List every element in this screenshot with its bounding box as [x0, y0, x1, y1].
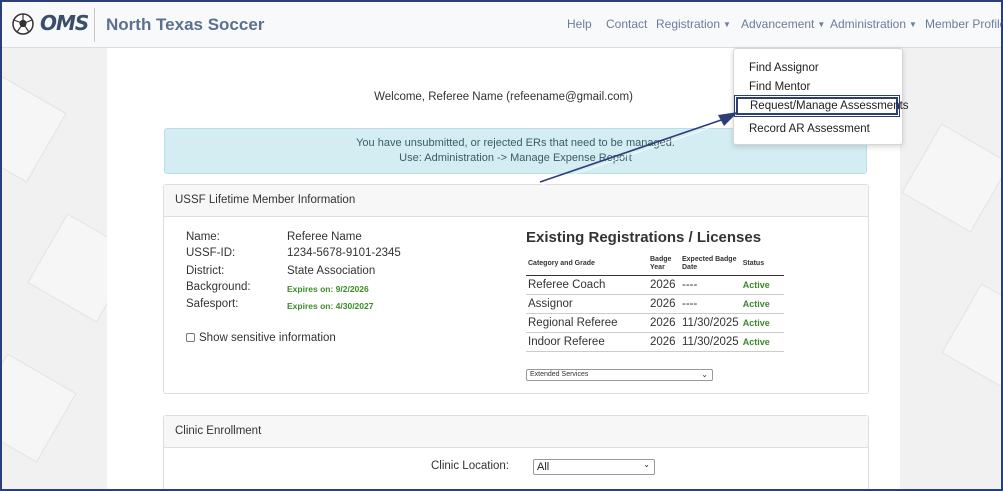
field-safesport-label: Safesport:	[186, 298, 239, 310]
show-sensitive-toggle[interactable]: Show sensitive information	[186, 332, 336, 344]
menu-item-request-manage-assessments[interactable]: Request/Manage Assessments	[734, 95, 909, 117]
background-shape	[941, 283, 1001, 393]
brand-title[interactable]: North Texas Soccer	[106, 15, 264, 35]
clinic-enrollment-card: Clinic Enrollment Clinic Location: All ⌄	[163, 415, 869, 489]
extended-services-value: Extended Services	[530, 371, 589, 378]
field-district-label: District:	[186, 265, 225, 277]
clinic-enrollment-header: Clinic Enrollment	[164, 416, 868, 448]
menu-item-find-assignor[interactable]: Find Assignor	[734, 59, 902, 77]
chevron-down-icon: ⌄	[643, 460, 650, 469]
caret-down-icon: ▼	[817, 20, 826, 29]
row-category: Assignor	[526, 294, 648, 314]
table-row: Regional Referee 2026 11/30/2025 Active	[526, 313, 784, 333]
clinic-location-value: All	[537, 461, 550, 473]
row-expected-date: ----	[680, 275, 741, 295]
show-sensitive-label: Show sensitive information	[199, 332, 336, 344]
nav-administration[interactable]: Administration ▼	[830, 17, 917, 31]
row-category: Referee Coach	[526, 275, 648, 295]
nav-member-profile-label: Member Profile	[925, 17, 1003, 31]
registrations-table: Category and Grade Badge Year Expected B…	[526, 253, 784, 352]
background-shape	[901, 123, 1001, 233]
field-name-label: Name:	[186, 231, 220, 243]
member-info-header: USSF Lifetime Member Information	[164, 185, 868, 217]
nav-contact-label: Contact	[606, 17, 648, 31]
logo-divider	[94, 8, 95, 42]
caret-down-icon: ▼	[723, 20, 731, 29]
extended-services-select[interactable]: Extended Services ⌄	[526, 369, 713, 381]
table-row: Assignor 2026 ---- Active	[526, 294, 784, 314]
registrations-title: Existing Registrations / Licenses	[526, 229, 762, 246]
menu-item-record-ar-assessment[interactable]: Record AR Assessment	[734, 120, 902, 138]
row-status: Active	[740, 332, 784, 352]
show-sensitive-checkbox[interactable]	[186, 333, 195, 342]
soccer-ball-icon[interactable]	[12, 13, 34, 35]
row-category: Regional Referee	[526, 313, 648, 333]
field-name-value: Referee Name	[287, 231, 362, 243]
nav-registration[interactable]: Registration ▼	[656, 17, 731, 31]
nav-administration-label: Administration	[830, 17, 907, 31]
background-shape	[2, 353, 77, 463]
row-expected-date: ----	[680, 294, 741, 314]
field-ussf-id-label: USSF-ID:	[186, 247, 236, 259]
background-left	[2, 48, 137, 489]
menu-item-find-mentor[interactable]: Find Mentor	[734, 78, 902, 96]
clinic-location-select[interactable]: All ⌄	[533, 459, 655, 475]
row-badge-year: 2026	[648, 294, 680, 314]
row-badge-year: 2026	[648, 313, 680, 333]
row-badge-year: 2026	[648, 332, 680, 352]
row-expected-date: 11/30/2025	[680, 332, 741, 352]
row-status: Active	[740, 313, 784, 333]
nav-advancement-label: Advancement	[741, 17, 815, 31]
screenshot-frame: OMS North Texas Soccer Help Contact Regi…	[0, 0, 1003, 491]
table-row: Indoor Referee 2026 11/30/2025 Active	[526, 332, 784, 352]
row-status: Active	[740, 294, 784, 314]
oms-logo[interactable]: OMS	[40, 11, 89, 35]
row-category: Indoor Referee	[526, 332, 648, 352]
member-info-card: USSF Lifetime Member Information Name: R…	[163, 184, 869, 394]
background-right	[896, 48, 1001, 489]
nav-registration-label: Registration	[656, 17, 721, 31]
advancement-dropdown-menu: Find Assignor Find Mentor Request/Manage…	[733, 48, 909, 145]
field-background-label: Background:	[186, 281, 251, 293]
nav-advancement[interactable]: Advancement ▼	[741, 17, 825, 31]
clinic-location-label: Clinic Location:	[431, 460, 509, 472]
col-category: Category and Grade	[526, 253, 648, 276]
row-status: Active	[740, 275, 784, 295]
table-row: Referee Coach 2026 ---- Active	[526, 275, 784, 295]
table-header-row: Category and Grade Badge Year Expected B…	[526, 253, 784, 276]
alert-line-2: Use: Administration -> Manage Expense Re…	[399, 152, 632, 164]
field-safesport-value: Expires on: 4/30/2027	[287, 301, 374, 311]
field-district-value: State Association	[287, 265, 376, 277]
nav-help[interactable]: Help	[567, 17, 592, 31]
field-ussf-id-value: 1234-5678-9101-2345	[287, 247, 401, 259]
background-shape	[2, 73, 67, 183]
col-status: Status	[740, 253, 784, 276]
nav-contact[interactable]: Contact	[606, 17, 647, 31]
chevron-down-icon: ⌄	[701, 370, 708, 379]
row-badge-year: 2026	[648, 275, 680, 295]
nav-member-profile[interactable]: Member Profile▼	[925, 17, 1003, 31]
top-navbar: OMS North Texas Soccer Help Contact Regi…	[2, 2, 1003, 48]
field-background-value: Expires on: 9/2/2026	[287, 284, 369, 294]
nav-help-label: Help	[567, 17, 592, 31]
row-expected-date: 11/30/2025	[680, 313, 741, 333]
col-badge-year: Badge Year	[648, 253, 680, 276]
col-expected-date: Expected Badge Date	[680, 253, 741, 276]
caret-down-icon: ▼	[909, 20, 917, 29]
